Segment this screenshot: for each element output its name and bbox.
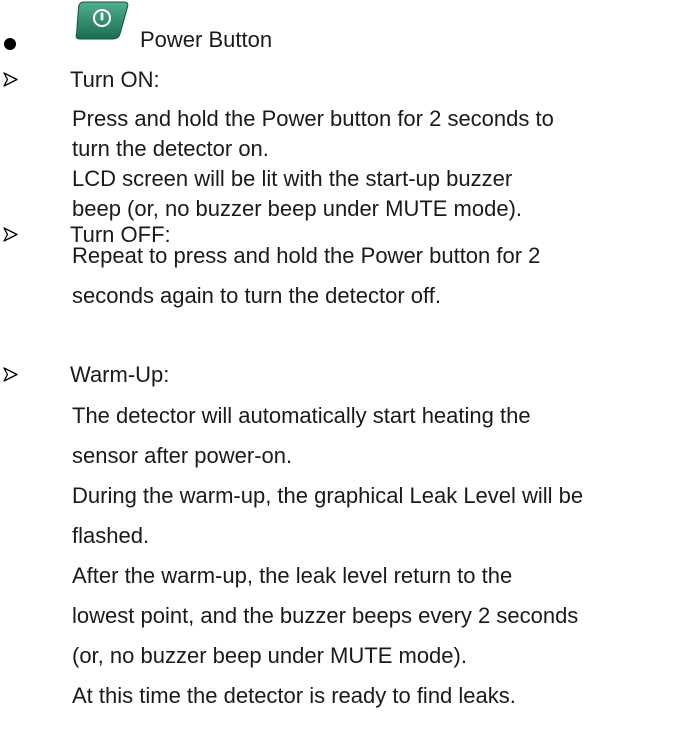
power-button-heading: Power Button (140, 27, 273, 52)
warm-up-text: The detector will automatically start he… (72, 396, 583, 716)
text-line: beep (or, no buzzer beep under MUTE mode… (72, 196, 523, 221)
text-line: flashed. (72, 523, 150, 548)
text-line: During the warm-up, the graphical Leak L… (72, 483, 584, 508)
power-icon (75, 1, 129, 40)
manual-page: Power Button Turn ON: Press and hold the… (0, 0, 695, 739)
text-line: (or, no buzzer beep under MUTE mode). (72, 643, 467, 668)
turn-off-text: Repeat to press and hold the Power butto… (72, 236, 540, 316)
text-line: Repeat to press and hold the Power butto… (72, 243, 541, 268)
text-line: lowest point, and the buzzer beeps every… (72, 603, 579, 628)
turn-on-title: Turn ON: (70, 67, 160, 92)
text-line: After the warm-up, the leak level return… (72, 563, 513, 588)
text-line: turn the detector on. (72, 136, 269, 161)
arrow-bullet-icon (3, 227, 18, 242)
text-line: seconds again to turn the detector off. (72, 283, 441, 308)
arrow-bullet-icon (3, 72, 18, 87)
text-line: sensor after power-on. (72, 443, 293, 468)
text-line: At this time the detector is ready to fi… (72, 683, 516, 708)
warm-up-title: Warm-Up: (70, 362, 170, 387)
text-line: Press and hold the Power button for 2 se… (72, 106, 554, 131)
bullet-dot-icon (4, 38, 16, 50)
turn-on-text: Press and hold the Power button for 2 se… (72, 104, 554, 224)
text-line: LCD screen will be lit with the start-up… (72, 166, 513, 191)
text-line: The detector will automatically start he… (72, 403, 531, 428)
arrow-bullet-icon (3, 367, 18, 382)
